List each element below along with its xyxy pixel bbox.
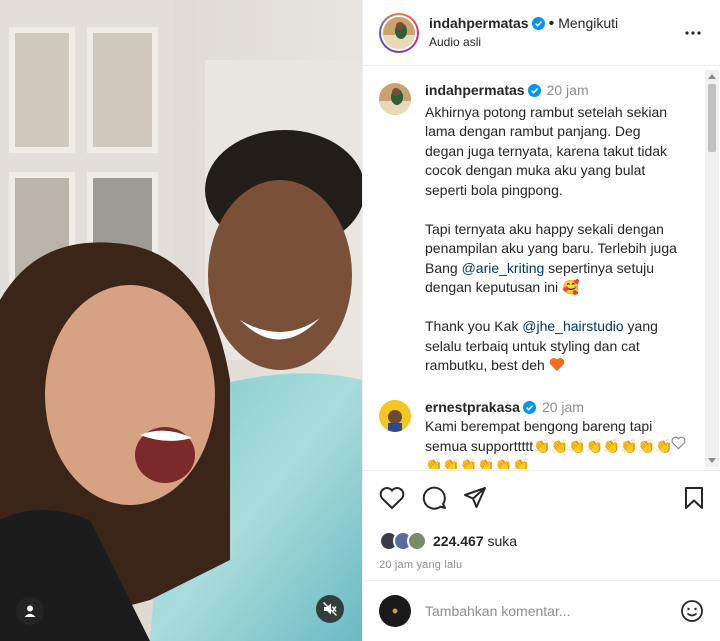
author-username[interactable]: indahpermatas (429, 15, 529, 31)
liker-avatars (379, 531, 427, 551)
user-tag-icon (24, 605, 36, 617)
comment-time[interactable]: 20 jam (542, 399, 584, 415)
likes-summary[interactable]: 224.467 suka (379, 531, 704, 551)
comments-list: indahpermatas 20 jam Akhirnya potong ramb… (363, 67, 720, 469)
comment-icon[interactable] (421, 485, 447, 511)
caption-text: Akhirnya potong rambut setelah sekian la… (425, 103, 668, 198)
more-options-icon[interactable] (684, 24, 702, 42)
comment-text: Kami berempat bengong bareng tapi semua … (425, 418, 673, 469)
likes-count[interactable]: 224.467 (433, 533, 484, 549)
caption: indahpermatas 20 jam Akhirnya potong ramb… (379, 81, 704, 376)
caption-username[interactable]: indahpermatas (425, 82, 525, 98)
mention-link[interactable]: @jhe_hairstudio (522, 318, 623, 334)
mute-icon (323, 602, 337, 616)
audio-label[interactable]: Audio asli (429, 33, 618, 51)
comment-like-icon[interactable] (671, 436, 686, 450)
separator-dot: • (548, 15, 555, 32)
author-avatar-ring[interactable] (379, 12, 419, 53)
posted-time[interactable]: 20 jam yang lalu (379, 559, 704, 571)
orange-heart-icon (549, 358, 565, 371)
verified-icon (522, 400, 536, 414)
mention-link[interactable]: @arie_kriting (462, 260, 545, 276)
comment-item: ernestprakasa 20 jam Kami berempat bengon… (379, 398, 704, 469)
caption-time[interactable]: 20 jam (547, 82, 589, 98)
caption-author-avatar[interactable] (379, 83, 411, 115)
commenter-avatar[interactable] (379, 399, 411, 432)
current-user-avatar (379, 595, 411, 627)
mute-button[interactable] (316, 595, 344, 623)
caption-paragraph: Tapi ternyata aku happy sekali dengan pe… (425, 220, 681, 298)
author-avatar (383, 16, 415, 49)
caption-paragraph: Thank you Kak @jhe_hairstudio yang selal… (425, 317, 681, 376)
save-icon[interactable] (684, 486, 704, 510)
like-icon[interactable] (379, 486, 405, 510)
comment-input[interactable] (425, 603, 672, 619)
caption-paragraph: Akhirnya potong rambut setelah sekian la… (425, 103, 681, 201)
post-actions: 224.467 suka 20 jam yang lalu (363, 470, 720, 580)
caption-text: Thank you Kak (425, 318, 523, 334)
follow-button[interactable]: Mengikuti (558, 15, 618, 31)
user-tag-button[interactable] (16, 597, 44, 625)
add-comment-bar (363, 580, 720, 641)
post-side-panel: indahpermatas • Mengikuti Audio asli indah… (362, 0, 720, 641)
post-header: indahpermatas • Mengikuti Audio asli (363, 0, 720, 66)
likes-label: suka (487, 533, 518, 549)
share-icon[interactable] (463, 486, 487, 510)
liker-avatar (407, 531, 427, 551)
post-media[interactable] (0, 0, 362, 641)
post-photo (0, 0, 362, 641)
emoji-icon[interactable] (680, 599, 704, 623)
verified-icon (527, 84, 541, 97)
commenter-username[interactable]: ernestprakasa (425, 399, 520, 415)
verified-icon (531, 17, 545, 30)
